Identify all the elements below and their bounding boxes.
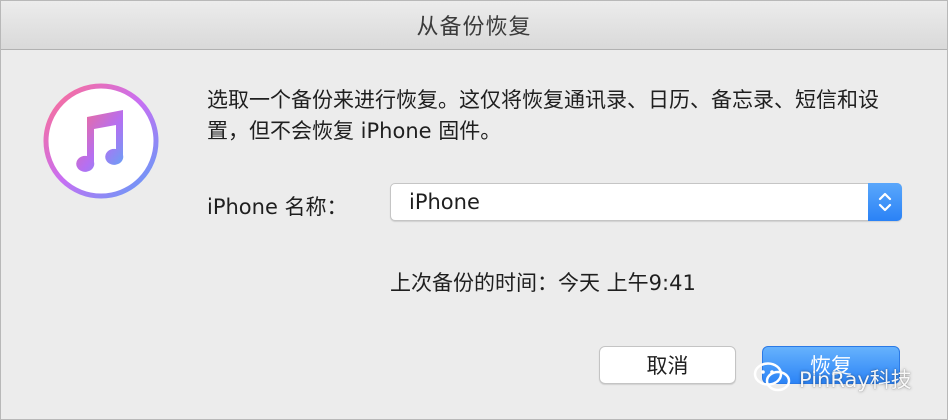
restore-message: 选取一个备份来进行恢复。这仅将恢复通讯录、日历、备忘录、短信和设置，但不会恢复 … [207, 88, 879, 143]
wechat-icon [753, 361, 791, 398]
iphone-name-label: iPhone 名称： [207, 195, 348, 219]
watermark-text: PinRay科技 [799, 368, 912, 392]
iphone-name-select[interactable]: iPhone [390, 183, 902, 221]
selected-device-value: iPhone [409, 190, 480, 214]
up-down-chevron-icon[interactable] [868, 183, 902, 221]
itunes-music-icon [43, 83, 159, 199]
dialog-title: 从备份恢复 [416, 15, 532, 40]
restore-from-backup-dialog: 从备份恢复 选取一个备份来进行恢复。这仅将恢复通讯录、日历、备忘录、短信和设置，… [0, 0, 948, 420]
cancel-button[interactable]: 取消 [599, 346, 736, 384]
watermark: PinRay科技 [753, 359, 912, 399]
last-backup-time: 上次备份的时间：今天 上午9:41 [390, 271, 696, 295]
window-titlebar[interactable]: 从备份恢复 [1, 1, 947, 50]
